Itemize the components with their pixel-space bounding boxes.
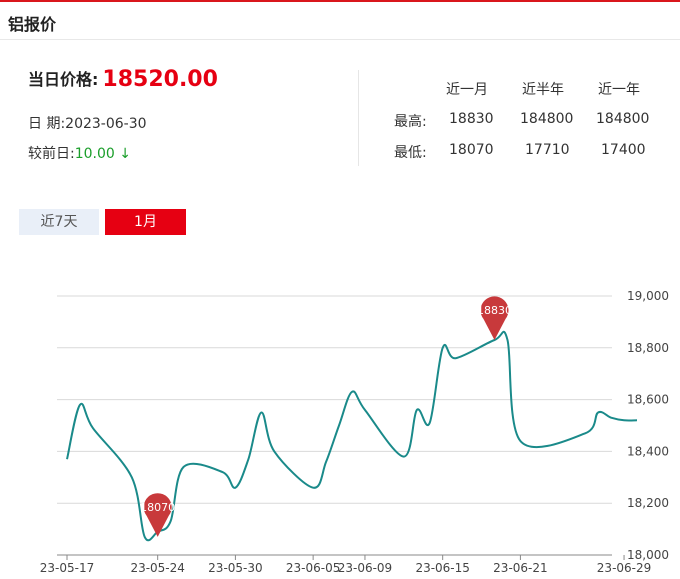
x-tick-label: 23-05-24: [130, 561, 184, 575]
y-tick-label: 18,600: [627, 393, 669, 407]
x-tick-label: 23-06-21: [493, 561, 547, 575]
pin-marker-label: 18070: [140, 501, 175, 514]
y-tick-label: 18,400: [627, 444, 669, 458]
y-tick-label: 18,000: [627, 548, 669, 562]
pin-marker-label: 18830: [477, 304, 512, 317]
x-tick-label: 23-05-17: [40, 561, 94, 575]
x-tick-label: 23-06-29: [597, 561, 651, 575]
y-tick-label: 18,800: [627, 341, 669, 355]
y-tick-label: 18,200: [627, 496, 669, 510]
x-tick-label: 23-06-15: [415, 561, 469, 575]
x-tick-label: 23-05-30: [208, 561, 262, 575]
pin-marker: [143, 493, 172, 537]
x-tick-label: 23-06-05: [286, 561, 340, 575]
price-line-chart: 18,000 18,200 18,400 18,600 18,800 19,000 23-0…: [40, 289, 669, 575]
x-tick-label: 23-06-09: [338, 561, 392, 575]
y-tick-label: 19,000: [627, 289, 669, 303]
